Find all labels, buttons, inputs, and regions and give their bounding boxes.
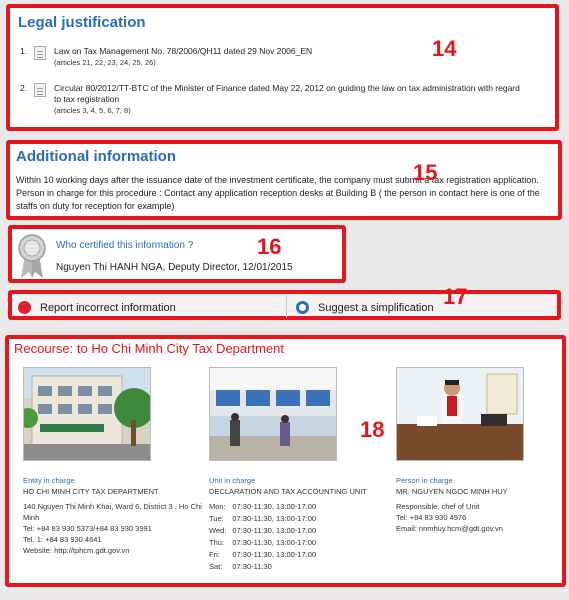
legal-justification-title: Legal justification	[18, 14, 146, 31]
unit-in-charge: Unit in charge DECLARATION AND TAX ACCOU…	[209, 475, 379, 573]
recourse-section: Recourse: to Ho Chi Minh City Tax Depart…	[5, 335, 566, 587]
certifier-info: Nguyen Thi HANH NGA, Deputy Director, 12…	[56, 262, 293, 273]
hours-row: Thu: 07:30-11:30, 13:00-17:00	[209, 537, 322, 549]
law-item-title[interactable]: Circular 80/2012/TT-BTC of the Minister …	[54, 83, 520, 104]
feedback-actions-bar: Report incorrect information Suggest a s…	[8, 290, 561, 320]
legal-justification-section: Legal justification 1. Law on Tax Manage…	[6, 4, 559, 131]
law-item-number: 2.	[20, 83, 28, 93]
annotation-number: 17	[443, 284, 468, 309]
person-position: Responsible, chef of Unit	[396, 502, 480, 511]
recourse-title: Recourse: to Ho Chi Minh City Tax Depart…	[14, 341, 284, 356]
suggest-icon	[296, 301, 309, 314]
divider	[286, 296, 287, 318]
hours-row: Sat: 07:30-11:30	[209, 561, 322, 573]
hours-time: 07:30-11:30	[232, 562, 272, 571]
law-item-link[interactable]: Circular 80/2012/TT-BTC of the Minister …	[54, 83, 524, 116]
hours-row: Mon: 07:30-11:30, 13:00-17:00	[209, 501, 322, 513]
person-photo	[396, 367, 524, 461]
certification-badge-icon	[18, 234, 46, 278]
document-icon	[34, 83, 46, 97]
hours-day: Mon:	[209, 502, 226, 511]
hours-time: 07:30-11:30, 13:00-17:00	[232, 514, 317, 523]
hours-time: 07:30-11:30, 13:00-17:00	[232, 526, 317, 535]
opening-hours-table: Mon: 07:30-11:30, 13:00-17:00 Tue: 07:30-1…	[209, 501, 322, 573]
warning-icon	[18, 301, 31, 314]
report-incorrect-button[interactable]: Report incorrect information	[18, 299, 278, 317]
law-item-articles: (articles 3, 4, 5, 6, 7, 8)	[54, 106, 131, 115]
law-item-number: 1.	[20, 46, 28, 56]
hours-day: Sat:	[209, 562, 223, 571]
hours-time: 07:30-11:30, 13:00-17:00	[232, 502, 317, 511]
person-in-charge: Person in charge MR. NGUYEN NGOC MINH HU…	[396, 475, 556, 534]
building-photo	[23, 367, 151, 461]
unit-role-label: Unit in charge	[209, 476, 256, 485]
annotation-number: 15	[413, 160, 438, 185]
hours-time: 07:30-11:30, 13:00-17:00	[232, 550, 317, 559]
hours-day: Wed:	[209, 526, 227, 535]
law-item-title[interactable]: Law on Tax Management No. 78/2006/QH11 d…	[54, 46, 312, 56]
hours-time: 07:30-11:30, 13:00-17:00	[232, 538, 317, 547]
hours-day: Tue:	[209, 514, 224, 523]
annotation-number: 18	[360, 417, 385, 442]
person-phone: Tel: +84 83 930 4976	[396, 513, 467, 522]
hours-row: Wed: 07:30-11:30, 13:00-17:00	[209, 525, 322, 537]
unit-name: DECLARATION AND TAX ACCOUNTING UNIT	[209, 487, 367, 496]
additional-information-section: Additional information Within 10 working…	[6, 140, 562, 220]
additional-information-title: Additional information	[16, 148, 176, 165]
suggest-simplification-label: Suggest a simplification	[318, 302, 434, 314]
person-email-link[interactable]: Email: nnmhuy.hcm@gdt.gov.vn	[396, 523, 556, 534]
hours-row: Fri: 07:30-11:30, 13:00-17:00	[209, 549, 322, 561]
annotation-number: 14	[432, 36, 457, 61]
hours-day: Thu:	[209, 538, 225, 547]
hours-day: Fri:	[209, 550, 220, 559]
report-incorrect-label: Report incorrect information	[40, 302, 176, 314]
additional-information-text: Within 10 working days after the issuanc…	[16, 175, 540, 211]
entity-phone: Tel: +84 83 930 5373/+84 83 930 3991	[23, 524, 152, 533]
office-photo	[209, 367, 337, 461]
person-name: MR. NGUYEN NGOC MINH HUY	[396, 487, 508, 496]
entity-in-charge: Entity in charge HO CHI MINH CITY TAX DE…	[23, 475, 203, 556]
certification-section: Who certified this information ? Nguyen …	[8, 225, 346, 283]
hours-row: Tue: 07:30-11:30, 13:00-17:00	[209, 513, 322, 525]
entity-address: 140 Nguyen Thi Minh Khai, Ward 6, Distri…	[23, 502, 202, 522]
entity-name: HO CHI MINH CITY TAX DEPARTMENT	[23, 487, 159, 496]
person-role-label: Person in charge	[396, 476, 453, 485]
annotation-number: 16	[257, 234, 282, 259]
entity-phone-1: Tel. 1: +84 83 930 4641	[23, 535, 102, 544]
entity-website-link[interactable]: Website: http://tphcm.gdt.gov.vn	[23, 545, 203, 556]
document-icon	[34, 46, 46, 60]
entity-role-label: Entity in charge	[23, 476, 75, 485]
certified-by-question: Who certified this information ?	[56, 240, 194, 251]
